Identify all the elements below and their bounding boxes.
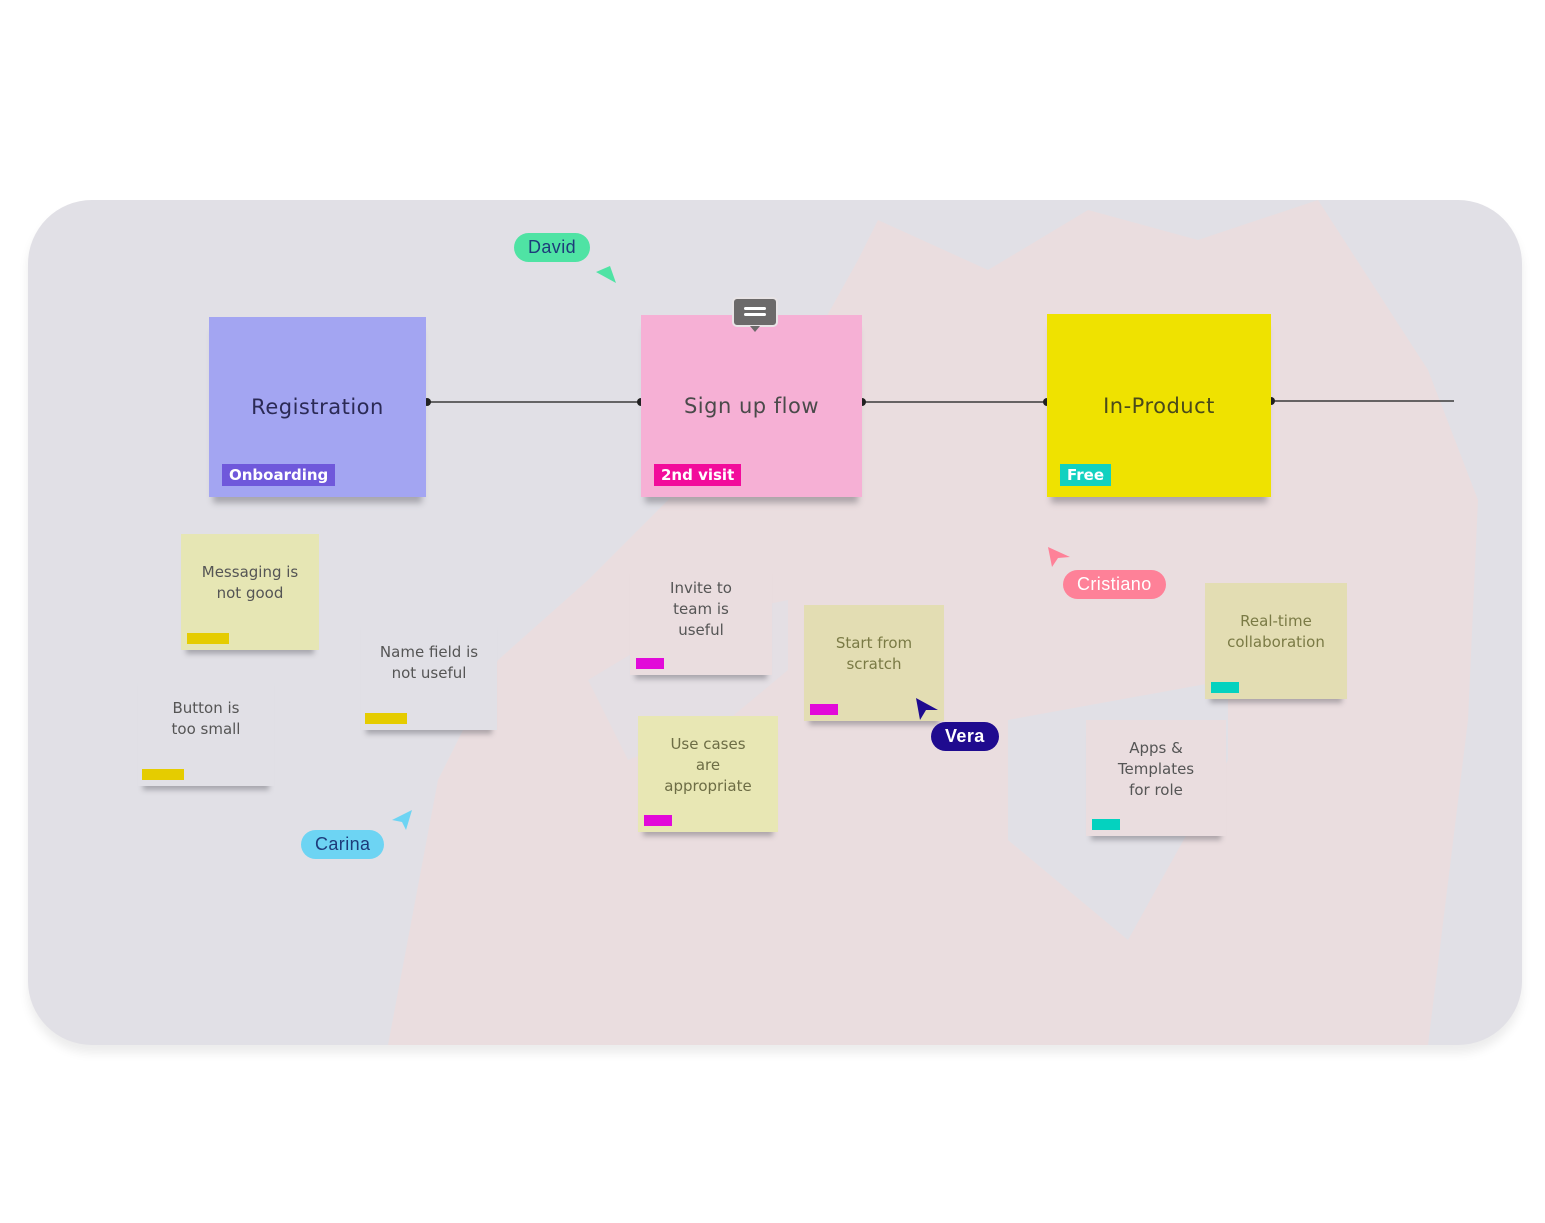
note-color-chip [1092, 819, 1120, 830]
frame-title: Sign up flow [683, 394, 820, 418]
sticky-note[interactable]: Use cases are appropriate [638, 716, 778, 832]
note-text: Button is too small [171, 699, 241, 738]
frame-in-product[interactable]: In-Product Free [1047, 314, 1271, 497]
collaborator-badge-david: David [514, 233, 591, 262]
sticky-note[interactable]: Name field is not useful [361, 614, 497, 730]
arrow-cursor-icon [916, 698, 938, 720]
note-text: Real-time collaboration [1227, 612, 1325, 651]
comment-bubble-icon[interactable] [732, 297, 778, 337]
sticky-note[interactable]: Real-time collaboration [1205, 583, 1347, 699]
sticky-note[interactable]: Invite to team is useful [630, 561, 772, 675]
arrow-cursor-icon [596, 266, 616, 283]
collaborator-badge-cristiano: Cristiano [1063, 570, 1166, 599]
note-text: Messaging is not good [201, 563, 299, 602]
note-text: Name field is not useful [379, 643, 479, 682]
note-color-chip [644, 815, 672, 826]
tag-free[interactable]: Free [1060, 464, 1112, 486]
note-color-chip [187, 633, 229, 644]
frame-title: Registration [251, 395, 384, 419]
collaborator-badge-vera: Vera [931, 722, 999, 751]
sticky-note[interactable]: Apps & Templates for role [1086, 720, 1226, 836]
frame-sign-up-flow[interactable]: Sign up flow 2nd visit [641, 315, 862, 497]
sticky-note[interactable]: Button is too small [138, 670, 274, 786]
note-color-chip [1211, 682, 1239, 693]
note-text: Apps & Templates for role [1117, 738, 1195, 799]
note-text: Start from scratch [835, 634, 913, 673]
whiteboard-canvas[interactable]: Registration Onboarding Sign up flow 2nd… [28, 200, 1522, 1045]
arrow-cursor-icon [1048, 547, 1070, 567]
note-text: Use cases are appropriate [664, 734, 752, 795]
sticky-note[interactable]: Messaging is not good [181, 534, 319, 650]
collaborator-badge-carina: Carina [301, 830, 385, 859]
note-text: Invite to team is useful [670, 578, 732, 639]
frame-title: In-Product [1103, 393, 1215, 418]
note-color-chip [636, 658, 664, 669]
frame-registration[interactable]: Registration Onboarding [209, 317, 426, 497]
note-color-chip [142, 769, 184, 780]
note-color-chip [365, 713, 407, 724]
tag-2nd-visit[interactable]: 2nd visit [654, 464, 742, 486]
arrow-cursor-icon [392, 810, 412, 830]
note-color-chip [810, 704, 838, 715]
tag-onboarding[interactable]: Onboarding [222, 464, 336, 486]
